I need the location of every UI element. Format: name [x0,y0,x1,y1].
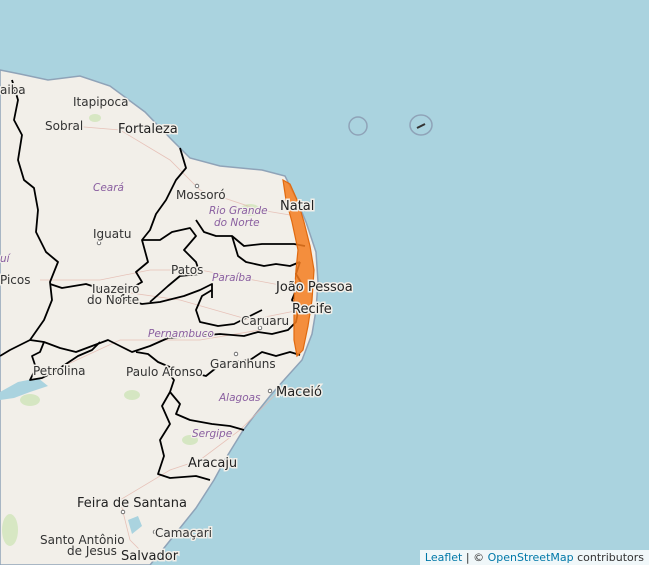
label-natal: Natal [280,199,314,214]
state-label-alagoas: Alagoas [218,392,261,404]
label-santo-antonio-2: de Jesus [67,544,117,558]
osm-link[interactable]: OpenStreetMap [488,551,574,564]
label-maceio: Maceió [276,385,322,400]
label-itapipoca: Itapipoca [73,95,128,109]
state-label-ceara: Ceará [93,182,124,194]
label-juazeiro-2: do Norte [87,293,139,307]
island [416,123,426,129]
label-aiba: aiba [0,83,26,97]
label-aracaju: Aracaju [188,456,237,471]
label-caruaru: Caruaru [241,314,289,328]
state-label-sergipe: Sergipe [192,428,232,440]
state-label-pernambuco: Pernambuco [148,328,214,340]
label-feira-de-santana: Feira de Santana [77,496,187,511]
label-garanhuns: Garanhuns [210,357,276,371]
label-camacari: Camaçari [155,526,212,540]
label-iguatu: Iguatu [93,227,131,241]
state-label-rn-1: Rio Grande [209,205,268,217]
map-attribution: Leaflet | © OpenStreetMap contributors [419,550,649,565]
label-salvador: Salvador [121,549,179,564]
attribution-separator: | © [462,551,488,564]
label-fortaleza: Fortaleza [118,122,178,137]
state-label-paraiba: Paraíba [212,272,252,284]
label-joao-pessoa: João Pessoa [275,280,353,295]
label-sobral: Sobral [45,119,83,133]
state-label-rn-2: do Norte [214,217,260,229]
attribution-contributors: contributors [573,551,644,564]
label-paulo-afonso: Paulo Afonso [126,365,203,379]
label-patos: Patos [171,263,203,277]
label-picos: Picos [0,273,31,287]
map-canvas: aiba Itapipoca Sobral Fortaleza Mossoró … [0,69,433,565]
label-recife: Recife [292,302,332,317]
label-mossoro: Mossoró [176,188,226,202]
island-outline [348,116,368,136]
leaflet-link[interactable]: Leaflet [425,551,462,564]
map-view[interactable]: aiba Itapipoca Sobral Fortaleza Mossoró … [0,0,649,565]
label-petrolina: Petrolina [33,364,86,378]
